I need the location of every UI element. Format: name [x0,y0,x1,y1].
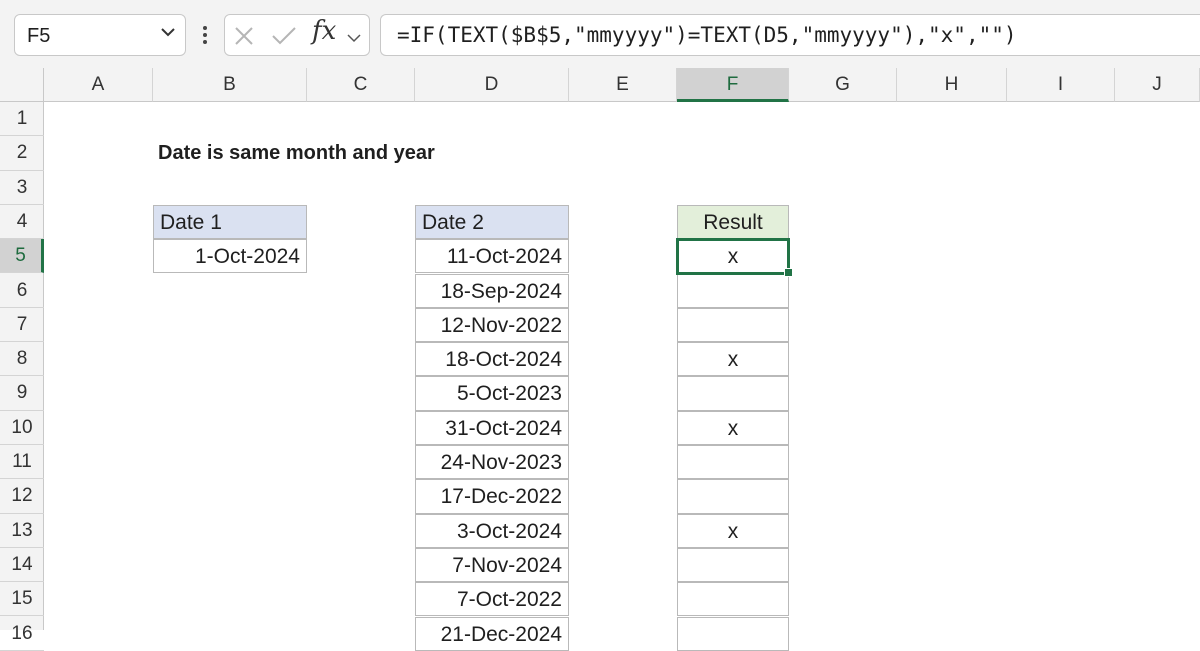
chevron-down-icon[interactable] [158,22,178,42]
date2-cell[interactable]: 5-Oct-2023 [415,376,569,411]
more-options-icon[interactable] [198,20,212,50]
column-header-f[interactable]: F [677,68,789,102]
column-header-c[interactable]: C [307,68,415,102]
fill-handle[interactable] [784,268,793,277]
row-header-8[interactable]: 8 [0,342,44,377]
row-header-13[interactable]: 13 [0,514,44,548]
result-cell[interactable] [677,273,789,308]
result-cell[interactable]: x [677,513,789,548]
result-cell[interactable] [677,307,789,343]
row-header-7[interactable]: 7 [0,308,44,343]
column-header-i[interactable]: I [1007,68,1115,102]
result-cell[interactable] [677,582,789,617]
date2-header[interactable]: Date 2 [415,205,569,240]
row-header-14[interactable]: 14 [0,548,44,583]
date2-cell[interactable]: 24-Nov-2023 [415,445,569,480]
date1-value[interactable]: 1-Oct-2024 [153,239,307,274]
column-header-h[interactable]: H [897,68,1007,102]
date2-cell[interactable]: 7-Oct-2022 [415,582,569,617]
date2-cell[interactable]: 11-Oct-2024 [415,239,569,274]
result-cell[interactable] [677,479,789,514]
date2-cell[interactable]: 12-Nov-2022 [415,307,569,343]
result-cell[interactable]: x [677,410,789,445]
result-cell[interactable]: x [677,342,789,377]
result-cell[interactable] [677,547,789,583]
row-header-16[interactable]: 16 [0,617,44,651]
column-header-j[interactable]: J [1115,68,1200,102]
result-header[interactable]: Result [677,205,789,240]
select-all-corner[interactable] [0,68,44,102]
sheet-title[interactable]: Date is same month and year [158,142,435,165]
row-header-1[interactable]: 1 [0,102,44,137]
active-cell-selection[interactable] [676,238,790,275]
date2-cell[interactable]: 31-Oct-2024 [415,410,569,445]
row-header-5[interactable]: 5 [0,239,44,274]
date2-cell[interactable]: 3-Oct-2024 [415,513,569,548]
row-header-11[interactable]: 11 [0,445,44,480]
column-header-a[interactable]: A [44,68,153,102]
result-cell[interactable] [677,445,789,480]
date2-cell[interactable]: 18-Sep-2024 [415,273,569,308]
column-header-b[interactable]: B [153,68,307,102]
result-cell[interactable] [677,376,789,411]
row-header-9[interactable]: 9 [0,376,44,411]
row-header-3[interactable]: 3 [0,171,44,205]
row-header-12[interactable]: 12 [0,479,44,514]
formula-input[interactable]: =IF(TEXT($B$5,"mmyyyy")=TEXT(D5,"mmyyyy"… [380,14,1200,56]
date2-cell[interactable]: 18-Oct-2024 [415,342,569,377]
date1-header[interactable]: Date 1 [153,205,307,240]
column-header-g[interactable]: G [789,68,897,102]
date2-cell[interactable]: 17-Dec-2022 [415,479,569,514]
result-cell[interactable] [677,616,789,651]
row-header-4[interactable]: 4 [0,205,44,240]
column-header-e[interactable]: E [569,68,677,102]
date2-cell[interactable]: 21-Dec-2024 [415,616,569,651]
cancel-icon[interactable] [233,25,255,47]
enter-check-icon[interactable] [271,25,297,47]
insert-function-button[interactable]: fx [312,16,352,52]
row-header-2[interactable]: 2 [0,136,44,171]
row-header-15[interactable]: 15 [0,582,44,617]
column-header-d[interactable]: D [415,68,569,102]
row-header-10[interactable]: 10 [0,411,44,445]
date2-cell[interactable]: 7-Nov-2024 [415,547,569,583]
row-header-6[interactable]: 6 [0,274,44,308]
